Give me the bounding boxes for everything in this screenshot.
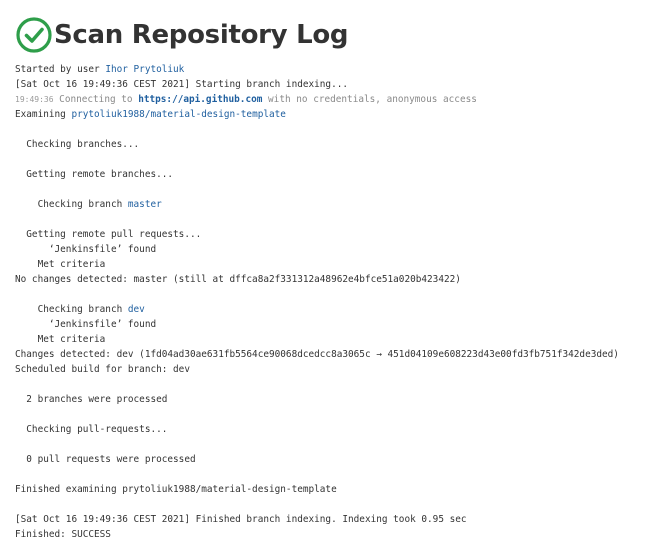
console-output: Started by user Ihor Prytoliuk [Sat Oct … (15, 62, 655, 542)
checking-branch-prefix: Checking branch (15, 304, 128, 315)
repo-link[interactable]: prytoliuk1988/material-design-template (71, 109, 285, 120)
log-line-getting-remote-branches: Getting remote branches... (15, 169, 174, 180)
log-line-checking-prs: Checking pull-requests... (15, 424, 168, 435)
log-line-jenkinsfile-found: ‘Jenkinsfile’ found (15, 319, 157, 330)
page-title: Scan Repository Log (54, 20, 349, 50)
started-text: Started by user (15, 64, 106, 75)
log-line-connecting: 19:49:36 Connecting to https://api.githu… (15, 92, 655, 107)
checking-branch-prefix: Checking branch (15, 199, 128, 210)
log-line-met-criteria: Met criteria (15, 259, 106, 270)
log-line-checking-branches: Checking branches... (15, 139, 140, 150)
branch-dev-link[interactable]: dev (128, 304, 145, 315)
check-circle-icon (16, 17, 52, 53)
branch-master-link[interactable]: master (128, 199, 162, 210)
log-line-finished-indexing: [Sat Oct 16 19:49:36 CEST 2021] Finished… (15, 514, 467, 525)
log-line-prs-processed: 0 pull requests were processed (15, 454, 196, 465)
log-line-jenkinsfile-found: ‘Jenkinsfile’ found (15, 244, 157, 255)
log-line-changes-detected: Changes detected: dev (1fd04ad30ae631fb5… (15, 349, 619, 360)
page-header: Scan Repository Log (16, 16, 349, 54)
log-line-scheduled-build: Scheduled build for branch: dev (15, 364, 190, 375)
examining-prefix: Examining (15, 109, 72, 120)
log-line-examining: Examining prytoliuk1988/material-design-… (15, 107, 655, 122)
connect-prefix: Connecting to (53, 94, 139, 105)
log-line-finished-examining: Finished examining prytoliuk1988/materia… (15, 484, 337, 495)
log-line-getting-remote-prs: Getting remote pull requests... (15, 229, 202, 240)
log-line-branches-processed: 2 branches were processed (15, 394, 168, 405)
api-url-link[interactable]: https://api.github.com (138, 94, 262, 105)
log-line-met-criteria: Met criteria (15, 334, 106, 345)
connect-suffix: with no credentials, anonymous access (262, 94, 477, 105)
log-line-finished-status: Finished: SUCCESS (15, 529, 111, 540)
timestamp: 19:49:36 (15, 95, 54, 104)
user-link[interactable]: Ihor Prytoliuk (105, 64, 184, 75)
log-line-no-changes: No changes detected: master (still at df… (15, 274, 461, 285)
log-line-started: Started by user Ihor Prytoliuk (15, 62, 655, 77)
log-line-start-indexing: [Sat Oct 16 19:49:36 CEST 2021] Starting… (15, 79, 349, 90)
log-line-checking-branch-dev: Checking branch dev (15, 302, 655, 317)
log-line-checking-branch-master: Checking branch master (15, 197, 655, 212)
